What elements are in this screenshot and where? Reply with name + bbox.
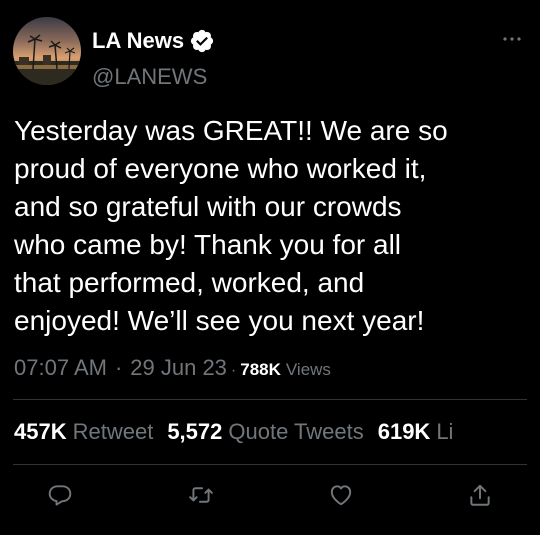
share-icon [470,484,490,506]
likes-count: 619K [377,419,431,444]
tweet-time[interactable]: 07:07 AM [14,355,107,381]
engagement-stats: 457K Retweet 5,572 Quote Tweets 619K Li [14,416,540,448]
like-icon [330,485,352,506]
tweet-date[interactable]: 29 Jun 23 [130,355,227,381]
divider [13,464,527,465]
reply-icon [48,485,72,506]
display-name[interactable]: LA News [92,26,184,56]
tweet-text-line: who came by! Thank you for all [14,229,402,260]
tweet-text-line: enjoyed! We’ll see you next year! [14,305,425,336]
avatar[interactable] [13,17,81,85]
more-horizontal-icon[interactable] [500,33,524,45]
verified-badge-icon [190,29,214,53]
quotes-label: Quote Tweets [228,419,364,444]
likes-stat[interactable]: 619K Li [378,419,468,444]
reply-button[interactable] [47,482,73,508]
author-name-row[interactable]: LA News [92,26,215,56]
tweet-text-line: that performed, worked, and [14,267,365,298]
divider [13,399,527,400]
retweet-icon [189,487,213,503]
quotes-stat[interactable]: 5,572 Quote Tweets [167,419,377,444]
like-button[interactable] [328,482,354,508]
tweet-text-line: Yesterday was GREAT!! We are so [14,115,448,146]
sunset-palm-trees-avatar-icon [13,17,81,85]
retweets-count: 457K [14,419,67,444]
tweet-text-line: proud of everyone who worked it, [14,153,427,184]
retweets-label: Retweet [72,419,154,444]
tweet-text: Yesterday was GREAT!! We are so proud of… [14,112,534,340]
tweet-text-line: and so grateful with our crowds [14,191,402,222]
tweet-meta: 07:07 AM · 29 Jun 23 · 788K Views [14,355,331,385]
quotes-count: 5,572 [167,419,223,444]
views-count: 788K [240,360,281,379]
retweets-stat[interactable]: 457K Retweet [14,419,167,444]
views-label: Views [285,360,331,379]
share-button[interactable] [467,482,493,508]
retweet-button[interactable] [188,482,214,508]
likes-label: Li [436,419,454,444]
meta-separator: · [230,362,237,379]
meta-separator: · [114,355,123,380]
handle[interactable]: @LANEWS [92,62,207,92]
